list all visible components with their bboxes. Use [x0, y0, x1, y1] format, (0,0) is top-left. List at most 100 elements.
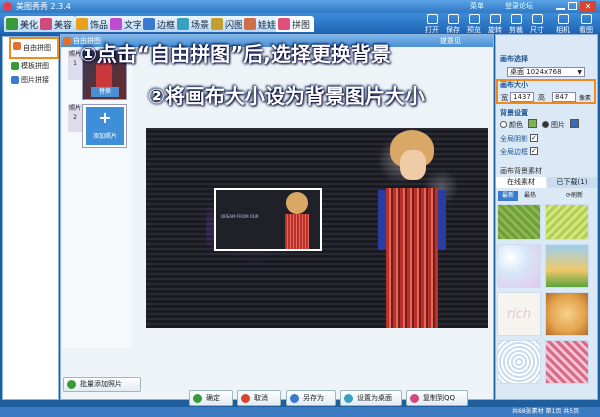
confirm-button[interactable]: 确定 — [189, 390, 233, 406]
view-icon — [580, 14, 592, 24]
free-collage-icon — [13, 42, 21, 50]
instruction-step-2: ②将画布大小设为背景图片大小 — [148, 84, 425, 108]
inner-photo-text: DREAM FROM OUR — [221, 214, 259, 219]
crop-button[interactable]: 剪裁 — [506, 14, 526, 34]
resize-button[interactable]: 尺寸 — [527, 14, 547, 34]
tab-doll[interactable]: 娃娃 — [242, 16, 281, 32]
sidebar-item-template-collage[interactable]: 模板拼图 — [9, 59, 64, 73]
canvas-select-dropdown[interactable]: 桌面 1024x768 ▼ — [507, 67, 585, 77]
left-sidebar — [2, 36, 59, 400]
tab-frame[interactable]: 边框 — [141, 16, 180, 32]
minimize-icon[interactable] — [556, 2, 565, 10]
feedback-link[interactable]: 提意见 — [440, 35, 461, 47]
rotate-button[interactable]: 旋转 — [485, 14, 505, 34]
material-title: 画布背景素材 — [500, 167, 542, 175]
copy-to-qq-button[interactable]: 复制到QQ — [406, 390, 468, 406]
model-strap-right — [438, 190, 446, 250]
free-collage-small-icon — [63, 37, 71, 45]
add-circle-icon — [67, 380, 76, 389]
status-bar — [0, 407, 600, 417]
maximize-icon[interactable] — [568, 2, 577, 10]
global-shadow-label: 全局阴影 — [500, 135, 528, 143]
tab-beauty[interactable]: 美容 — [38, 16, 77, 32]
close-icon[interactable]: ✕ — [580, 1, 596, 12]
material-swatch-1[interactable] — [497, 204, 541, 240]
material-swatch-6[interactable] — [545, 292, 589, 336]
width-input[interactable]: 1437 — [510, 92, 534, 102]
title-bar: 美图秀秀 2.3.4 菜单 登录论坛 ✕ — [0, 0, 600, 13]
menu-link[interactable]: 菜单 — [470, 1, 484, 11]
material-grid: rich — [497, 204, 592, 404]
global-border-label: 全局边框 — [500, 148, 528, 156]
tab-beautify[interactable]: 美化 — [4, 16, 43, 32]
add-photo-button[interactable]: + 添加照片 — [82, 104, 127, 148]
folder-icon — [426, 14, 438, 24]
cancel-button[interactable]: 取消 — [237, 390, 281, 406]
tab-online-material[interactable]: 在线素材 — [496, 177, 546, 188]
view-button[interactable]: 看图 — [576, 14, 596, 34]
height-label: 高 — [538, 94, 545, 102]
collage-canvas[interactable]: DREAM FROM OUR — [146, 128, 488, 328]
image-option-label: 图片 — [551, 121, 565, 129]
filter-newest[interactable]: 最新 — [498, 191, 518, 201]
sidebar-item-image-stitch[interactable]: 图片拼接 — [9, 73, 64, 87]
filter-hottest[interactable]: 最热 — [520, 191, 540, 201]
tab-scene[interactable]: 场景 — [175, 16, 214, 32]
material-swatch-7[interactable] — [497, 340, 541, 384]
crop-icon — [510, 14, 522, 24]
save-button[interactable]: 保存 — [443, 14, 463, 34]
add-photo-label: 添加照片 — [92, 133, 117, 140]
image-swatch[interactable] — [570, 119, 579, 128]
resize-icon — [531, 14, 543, 24]
preview-button[interactable]: 预览 — [464, 14, 484, 34]
height-input[interactable]: 847 — [552, 92, 576, 102]
material-swatch-3[interactable] — [497, 244, 541, 288]
status-text: 共68张素材 第1页 共5页 — [512, 408, 580, 415]
pixel-unit-label: 像素 — [579, 95, 592, 102]
inner-model-hair — [286, 192, 308, 214]
photo-2-label: 照片2 — [68, 104, 82, 132]
open-button[interactable]: 打开 — [422, 14, 442, 34]
model-dress — [386, 188, 438, 328]
image-radio[interactable] — [542, 121, 549, 128]
app-logo-icon — [3, 2, 12, 11]
material-swatch-8[interactable] — [545, 340, 589, 384]
rotate-icon — [489, 14, 501, 24]
save-icon — [447, 14, 459, 24]
set-wallpaper-button[interactable]: 设置为桌面 — [340, 390, 402, 406]
check-icon — [193, 394, 202, 403]
text-icon — [110, 18, 122, 30]
material-swatch-2[interactable] — [545, 204, 589, 240]
canvas-select-label: 画布选择 — [500, 55, 528, 63]
chevron-down-icon: ▼ — [577, 69, 582, 76]
tab-downloaded[interactable]: 已下载(1) — [547, 177, 597, 188]
material-swatch-5[interactable]: rich — [497, 292, 541, 336]
forum-link[interactable]: 登录论坛 — [505, 1, 533, 11]
refresh-button[interactable]: ⟳刷新 — [566, 191, 594, 201]
background-setting-label: 背景设置 — [500, 109, 528, 117]
model-face — [400, 150, 426, 180]
color-option-label: 颜色 — [509, 121, 523, 129]
image-icon — [6, 18, 18, 30]
inner-photo-frame[interactable]: DREAM FROM OUR — [214, 188, 322, 251]
border-checkbox[interactable]: ✓ — [530, 147, 538, 155]
cancel-icon — [241, 394, 250, 403]
color-swatch[interactable] — [528, 119, 537, 128]
tab-puzzle[interactable]: 拼图 — [276, 16, 315, 32]
save-as-button[interactable]: 另存为 — [286, 390, 336, 406]
canvas-size-label: 画布大小 — [500, 81, 528, 89]
sidebar-item-free-collage[interactable]: 自由拼图 — [9, 37, 59, 59]
doll-icon — [244, 18, 256, 30]
camera-button[interactable]: 相机 — [553, 14, 573, 34]
width-label: 宽 — [501, 94, 508, 102]
replace-button[interactable]: 替换 — [91, 87, 119, 97]
shadow-checkbox[interactable]: ✓ — [530, 134, 538, 142]
material-swatch-4[interactable] — [545, 244, 589, 288]
color-radio[interactable] — [500, 121, 507, 128]
tab-accessory[interactable]: 饰品 — [74, 16, 113, 32]
app-title: 美图秀秀 2.3.4 — [16, 2, 71, 11]
batch-add-button[interactable]: 批量添加照片 — [63, 377, 141, 392]
instruction-step-1: ①点击“自由拼图”后,选择更换背景 — [80, 42, 391, 66]
save-as-icon — [290, 394, 299, 403]
camera-icon — [557, 14, 569, 24]
